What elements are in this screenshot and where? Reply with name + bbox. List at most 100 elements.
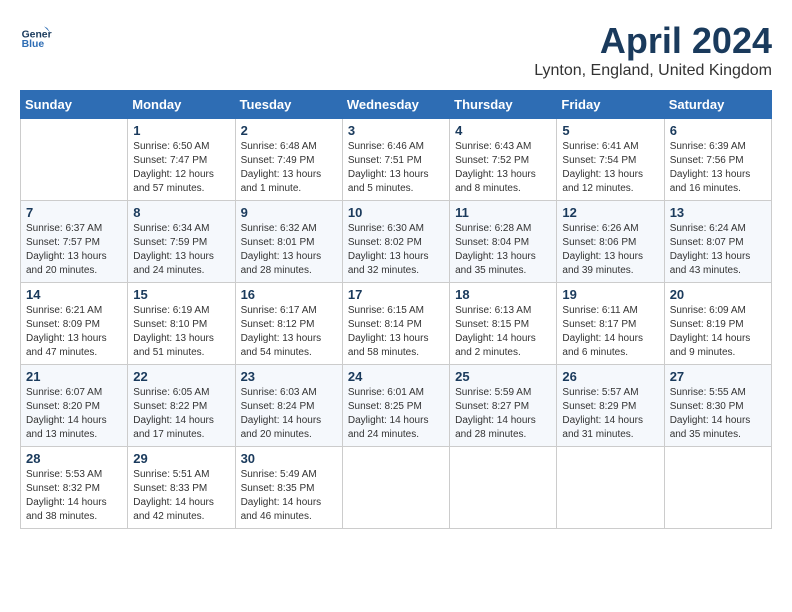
day-info: Sunrise: 6:15 AM Sunset: 8:14 PM Dayligh… [348,304,444,360]
weekday-header-cell: Wednesday [342,91,449,119]
calendar-day-cell: 15 Sunrise: 6:19 AM Sunset: 8:10 PM Dayli… [128,283,235,365]
month-title: April 2024 [534,20,772,62]
title-area: April 2024 Lynton, England, United Kingd… [534,20,772,80]
calendar-day-cell: 9Sunrise: 6:32 AM Sunset: 8:01 PM Daylig… [235,201,342,283]
calendar-day-cell: 5 Sunrise: 6:41 AM Sunset: 7:54 PM Daylig… [557,119,664,201]
calendar-day-cell: 18 Sunrise: 6:13 AM Sunset: 8:15 PM Dayli… [450,283,557,365]
svg-text:Blue: Blue [22,39,45,50]
day-number: 23 [241,369,337,384]
calendar-day-cell: 24 Sunrise: 6:01 AM Sunset: 8:25 PM Dayli… [342,365,449,447]
day-info: Sunrise: 6:41 AM Sunset: 7:54 PM Dayligh… [562,140,658,196]
day-info: Sunrise: 5:51 AM Sunset: 8:33 PM Dayligh… [133,468,229,524]
day-number: 9 [241,205,337,220]
day-number: 15 [133,287,229,302]
calendar-day-cell: 3Sunrise: 6:46 AM Sunset: 7:51 PM Daylig… [342,119,449,201]
day-info: Sunrise: 6:05 AM Sunset: 8:22 PM Dayligh… [133,386,229,442]
day-info: Sunrise: 6:48 AM Sunset: 7:49 PM Dayligh… [241,140,337,196]
day-info: Sunrise: 5:55 AM Sunset: 8:30 PM Dayligh… [670,386,766,442]
day-info: Sunrise: 6:50 AM Sunset: 7:47 PM Dayligh… [133,140,229,196]
day-number: 19 [562,287,658,302]
calendar-day-cell: 19 Sunrise: 6:11 AM Sunset: 8:17 PM Dayli… [557,283,664,365]
calendar-day-cell: 27 Sunrise: 5:55 AM Sunset: 8:30 PM Dayli… [664,365,771,447]
calendar-day-cell [664,447,771,529]
calendar-day-cell: 21 Sunrise: 6:07 AM Sunset: 8:20 PM Dayli… [21,365,128,447]
calendar-day-cell: 16 Sunrise: 6:17 AM Sunset: 8:12 PM Dayli… [235,283,342,365]
calendar-day-cell: 12 Sunrise: 6:26 AM Sunset: 8:06 PM Dayli… [557,201,664,283]
calendar-day-cell: 26Sunrise: 5:57 AM Sunset: 8:29 PM Dayli… [557,365,664,447]
day-number: 10 [348,205,444,220]
day-number: 8 [133,205,229,220]
weekday-header-cell: Sunday [21,91,128,119]
day-number: 11 [455,205,551,220]
calendar-day-cell: 23Sunrise: 6:03 AM Sunset: 8:24 PM Dayli… [235,365,342,447]
day-number: 5 [562,123,658,138]
day-number: 4 [455,123,551,138]
weekday-header-cell: Thursday [450,91,557,119]
logo: General Blue [20,20,52,52]
day-info: Sunrise: 6:37 AM Sunset: 7:57 PM Dayligh… [26,222,122,278]
page-header: General Blue April 2024 Lynton, England,… [20,20,772,80]
calendar-day-cell [557,447,664,529]
weekday-header-cell: Friday [557,91,664,119]
weekday-header-cell: Saturday [664,91,771,119]
weekday-header-cell: Monday [128,91,235,119]
calendar-day-cell: 17 Sunrise: 6:15 AM Sunset: 8:14 PM Dayli… [342,283,449,365]
day-number: 28 [26,451,122,466]
day-info: Sunrise: 6:19 AM Sunset: 8:10 PM Dayligh… [133,304,229,360]
day-number: 14 [26,287,122,302]
day-info: Sunrise: 6:11 AM Sunset: 8:17 PM Dayligh… [562,304,658,360]
calendar-day-cell: 20 Sunrise: 6:09 AM Sunset: 8:19 PM Dayli… [664,283,771,365]
day-number: 20 [670,287,766,302]
calendar-week-row: 21 Sunrise: 6:07 AM Sunset: 8:20 PM Dayli… [21,365,772,447]
calendar-day-cell: 10 Sunrise: 6:30 AM Sunset: 8:02 PM Dayli… [342,201,449,283]
calendar-day-cell: 6Sunrise: 6:39 AM Sunset: 7:56 PM Daylig… [664,119,771,201]
day-number: 13 [670,205,766,220]
day-info: Sunrise: 6:17 AM Sunset: 8:12 PM Dayligh… [241,304,337,360]
day-number: 30 [241,451,337,466]
day-info: Sunrise: 6:28 AM Sunset: 8:04 PM Dayligh… [455,222,551,278]
day-info: Sunrise: 6:13 AM Sunset: 8:15 PM Dayligh… [455,304,551,360]
day-info: Sunrise: 6:26 AM Sunset: 8:06 PM Dayligh… [562,222,658,278]
day-info: Sunrise: 6:24 AM Sunset: 8:07 PM Dayligh… [670,222,766,278]
day-number: 18 [455,287,551,302]
day-info: Sunrise: 5:53 AM Sunset: 8:32 PM Dayligh… [26,468,122,524]
day-info: Sunrise: 6:43 AM Sunset: 7:52 PM Dayligh… [455,140,551,196]
day-number: 16 [241,287,337,302]
calendar-day-cell: 7 Sunrise: 6:37 AM Sunset: 7:57 PM Daylig… [21,201,128,283]
calendar-day-cell: 22 Sunrise: 6:05 AM Sunset: 8:22 PM Dayli… [128,365,235,447]
day-info: Sunrise: 6:46 AM Sunset: 7:51 PM Dayligh… [348,140,444,196]
calendar-week-row: 14Sunrise: 6:21 AM Sunset: 8:09 PM Dayli… [21,283,772,365]
day-info: Sunrise: 6:09 AM Sunset: 8:19 PM Dayligh… [670,304,766,360]
calendar-day-cell: 14Sunrise: 6:21 AM Sunset: 8:09 PM Dayli… [21,283,128,365]
day-number: 24 [348,369,444,384]
day-number: 12 [562,205,658,220]
day-number: 1 [133,123,229,138]
day-info: Sunrise: 6:30 AM Sunset: 8:02 PM Dayligh… [348,222,444,278]
day-info: Sunrise: 6:07 AM Sunset: 8:20 PM Dayligh… [26,386,122,442]
calendar-day-cell: 25Sunrise: 5:59 AM Sunset: 8:27 PM Dayli… [450,365,557,447]
day-info: Sunrise: 6:01 AM Sunset: 8:25 PM Dayligh… [348,386,444,442]
day-number: 22 [133,369,229,384]
day-number: 2 [241,123,337,138]
calendar-body: 1 Sunrise: 6:50 AM Sunset: 7:47 PM Daylig… [21,119,772,529]
calendar-day-cell: 30 Sunrise: 5:49 AM Sunset: 8:35 PM Dayli… [235,447,342,529]
calendar-day-cell: 2 Sunrise: 6:48 AM Sunset: 7:49 PM Daylig… [235,119,342,201]
calendar-day-cell [21,119,128,201]
calendar-day-cell: 4 Sunrise: 6:43 AM Sunset: 7:52 PM Daylig… [450,119,557,201]
day-number: 25 [455,369,551,384]
calendar-day-cell: 28 Sunrise: 5:53 AM Sunset: 8:32 PM Dayli… [21,447,128,529]
location: Lynton, England, United Kingdom [534,62,772,80]
day-number: 29 [133,451,229,466]
weekday-header-row: SundayMondayTuesdayWednesdayThursdayFrid… [21,91,772,119]
day-number: 21 [26,369,122,384]
day-number: 17 [348,287,444,302]
calendar-day-cell: 1 Sunrise: 6:50 AM Sunset: 7:47 PM Daylig… [128,119,235,201]
calendar-week-row: 28 Sunrise: 5:53 AM Sunset: 8:32 PM Dayli… [21,447,772,529]
calendar-week-row: 1 Sunrise: 6:50 AM Sunset: 7:47 PM Daylig… [21,119,772,201]
day-number: 27 [670,369,766,384]
calendar-table: SundayMondayTuesdayWednesdayThursdayFrid… [20,90,772,529]
day-info: Sunrise: 6:34 AM Sunset: 7:59 PM Dayligh… [133,222,229,278]
day-info: Sunrise: 6:39 AM Sunset: 7:56 PM Dayligh… [670,140,766,196]
day-number: 7 [26,205,122,220]
day-info: Sunrise: 5:49 AM Sunset: 8:35 PM Dayligh… [241,468,337,524]
